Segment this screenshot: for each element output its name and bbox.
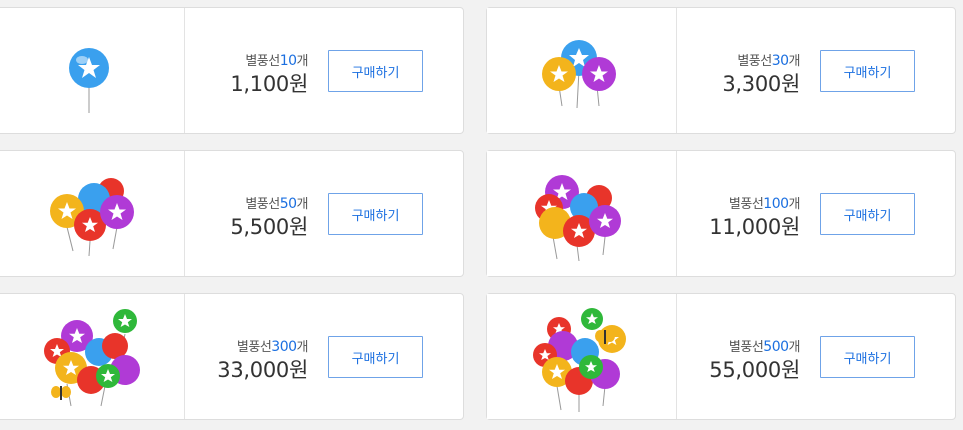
balloon-300-icon (44, 309, 140, 407)
product-label: 별풍선50개 (245, 196, 308, 212)
product-price: 5,500원 (230, 215, 308, 239)
product-label: 별풍선10개 (245, 53, 308, 69)
buy-button[interactable]: 구매하기 (820, 50, 915, 92)
product-card-50: 별풍선50개 5,500원 구매하기 (0, 150, 464, 277)
product-image (487, 8, 677, 133)
balloon-50-icon (50, 178, 134, 257)
product-info: 별풍선50개 5,500원 구매하기 (185, 151, 463, 276)
product-image (487, 294, 677, 419)
product-label: 별풍선300개 (236, 339, 309, 355)
product-info: 별풍선300개 33,000원 구매하기 (185, 294, 463, 419)
buy-button[interactable]: 구매하기 (328, 336, 423, 378)
product-card-10: 별풍선10개 1,100원 구매하기 (0, 7, 464, 134)
product-card-30: 별풍선30개 3,300원 구매하기 (486, 7, 956, 134)
product-image (0, 151, 185, 276)
product-image (0, 294, 185, 419)
product-count: 30 (771, 53, 789, 69)
product-card-300: 별풍선300개 33,000원 구매하기 (0, 293, 464, 420)
product-info: 별풍선30개 3,300원 구매하기 (677, 8, 955, 133)
product-label: 별풍선30개 (737, 53, 800, 69)
product-price: 11,000원 (709, 215, 800, 239)
balloon-30-icon (542, 40, 616, 109)
buy-button[interactable]: 구매하기 (820, 193, 915, 235)
product-info: 별풍선10개 1,100원 구매하기 (185, 8, 463, 133)
product-count: 100 (763, 196, 789, 212)
product-count: 300 (271, 339, 297, 355)
star-balloon-product-grid: 별풍선10개 1,100원 구매하기 별풍선30개 3,300원 구매하기 별풍… (0, 0, 963, 430)
buy-button[interactable]: 구매하기 (820, 336, 915, 378)
buy-button[interactable]: 구매하기 (328, 50, 423, 92)
product-info: 별풍선100개 11,000원 구매하기 (677, 151, 955, 276)
product-image (0, 8, 185, 133)
product-label: 별풍선500개 (728, 339, 801, 355)
product-info: 별풍선500개 55,000원 구매하기 (677, 294, 955, 419)
product-card-100: 별풍선100개 11,000원 구매하기 (486, 150, 956, 277)
product-label: 별풍선100개 (728, 196, 801, 212)
buy-button[interactable]: 구매하기 (328, 193, 423, 235)
product-card-500: 별풍선500개 55,000원 구매하기 (486, 293, 956, 420)
product-price: 55,000원 (709, 358, 800, 382)
product-image (487, 151, 677, 276)
product-price: 33,000원 (217, 358, 308, 382)
butterfly (51, 386, 71, 400)
product-count: 500 (763, 339, 789, 355)
product-count: 50 (279, 196, 297, 212)
balloon-10-icon (69, 48, 109, 113)
product-price: 3,300원 (722, 72, 800, 96)
product-count: 10 (279, 53, 297, 69)
balloon-100-icon (535, 175, 621, 262)
product-price: 1,100원 (230, 72, 308, 96)
balloon (69, 48, 109, 113)
balloon-500-icon (533, 308, 626, 412)
